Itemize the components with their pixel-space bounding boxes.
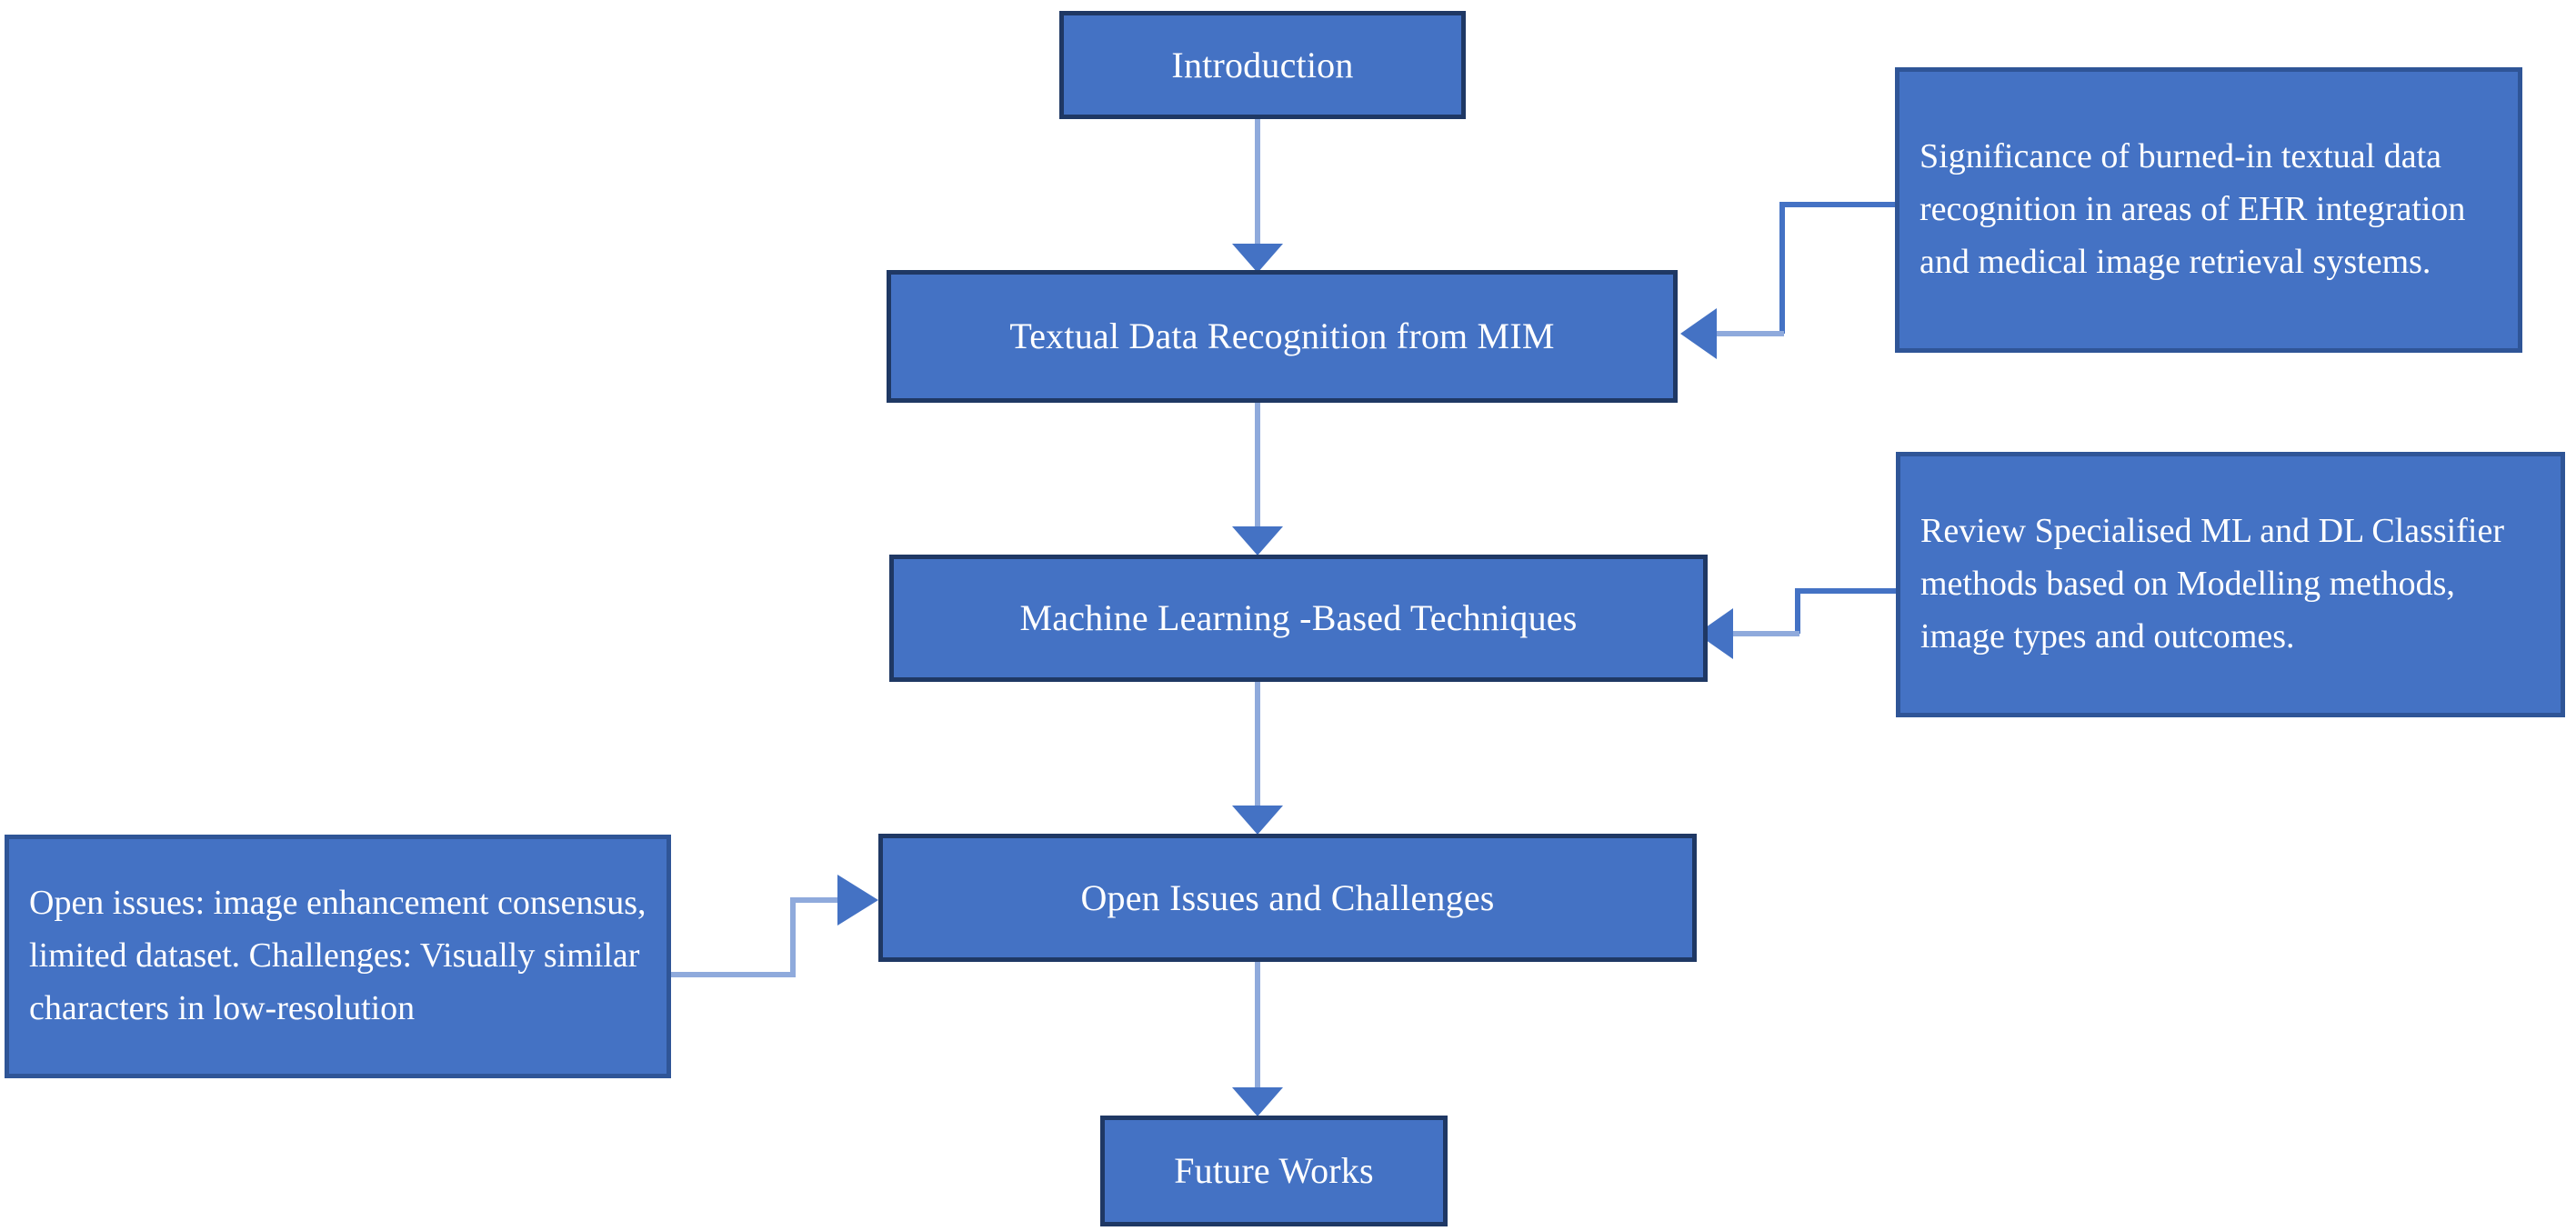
note-significance-label: Significance of burned-in textual data r…: [1919, 137, 2466, 281]
connector-note-review-to-machine-learning: [1697, 588, 1897, 659]
flowchart-canvas: Introduction Textual Data Recognition fr…: [0, 0, 2576, 1231]
note-significance[interactable]: Significance of burned-in textual data r…: [1895, 67, 2522, 353]
connector-introduction-to-textual-data-recognition: [1232, 119, 1283, 273]
connector-note-significance-to-textual-data-recognition: [1680, 202, 1895, 359]
node-machine-learning-techniques-label: Machine Learning -Based Techniques: [1019, 597, 1578, 638]
connector-textual-data-recognition-to-machine-learning: [1232, 403, 1283, 555]
connector-machine-learning-to-open-issues: [1232, 682, 1283, 835]
node-future-works[interactable]: Future Works: [1100, 1116, 1448, 1226]
node-introduction-label: Introduction: [1171, 44, 1354, 85]
node-textual-data-recognition-label: Textual Data Recognition from MIM: [1009, 315, 1555, 356]
connector-note-open-issues-to-open-issues: [671, 875, 878, 977]
node-machine-learning-techniques[interactable]: Machine Learning -Based Techniques: [889, 555, 1708, 682]
node-introduction[interactable]: Introduction: [1059, 11, 1466, 119]
node-future-works-label: Future Works: [1174, 1150, 1374, 1191]
connector-open-issues-to-future-works: [1232, 962, 1283, 1116]
node-textual-data-recognition[interactable]: Textual Data Recognition from MIM: [887, 270, 1678, 403]
node-open-issues-challenges[interactable]: Open Issues and Challenges: [878, 834, 1697, 962]
note-review-label: Review Specialised ML and DL Classifier …: [1920, 512, 2504, 656]
node-open-issues-challenges-label: Open Issues and Challenges: [1080, 876, 1495, 918]
note-review[interactable]: Review Specialised ML and DL Classifier …: [1896, 452, 2565, 717]
note-open-issues-label: Open issues: image enhancement consensus…: [29, 884, 647, 1027]
note-open-issues[interactable]: Open issues: image enhancement consensus…: [5, 835, 671, 1078]
